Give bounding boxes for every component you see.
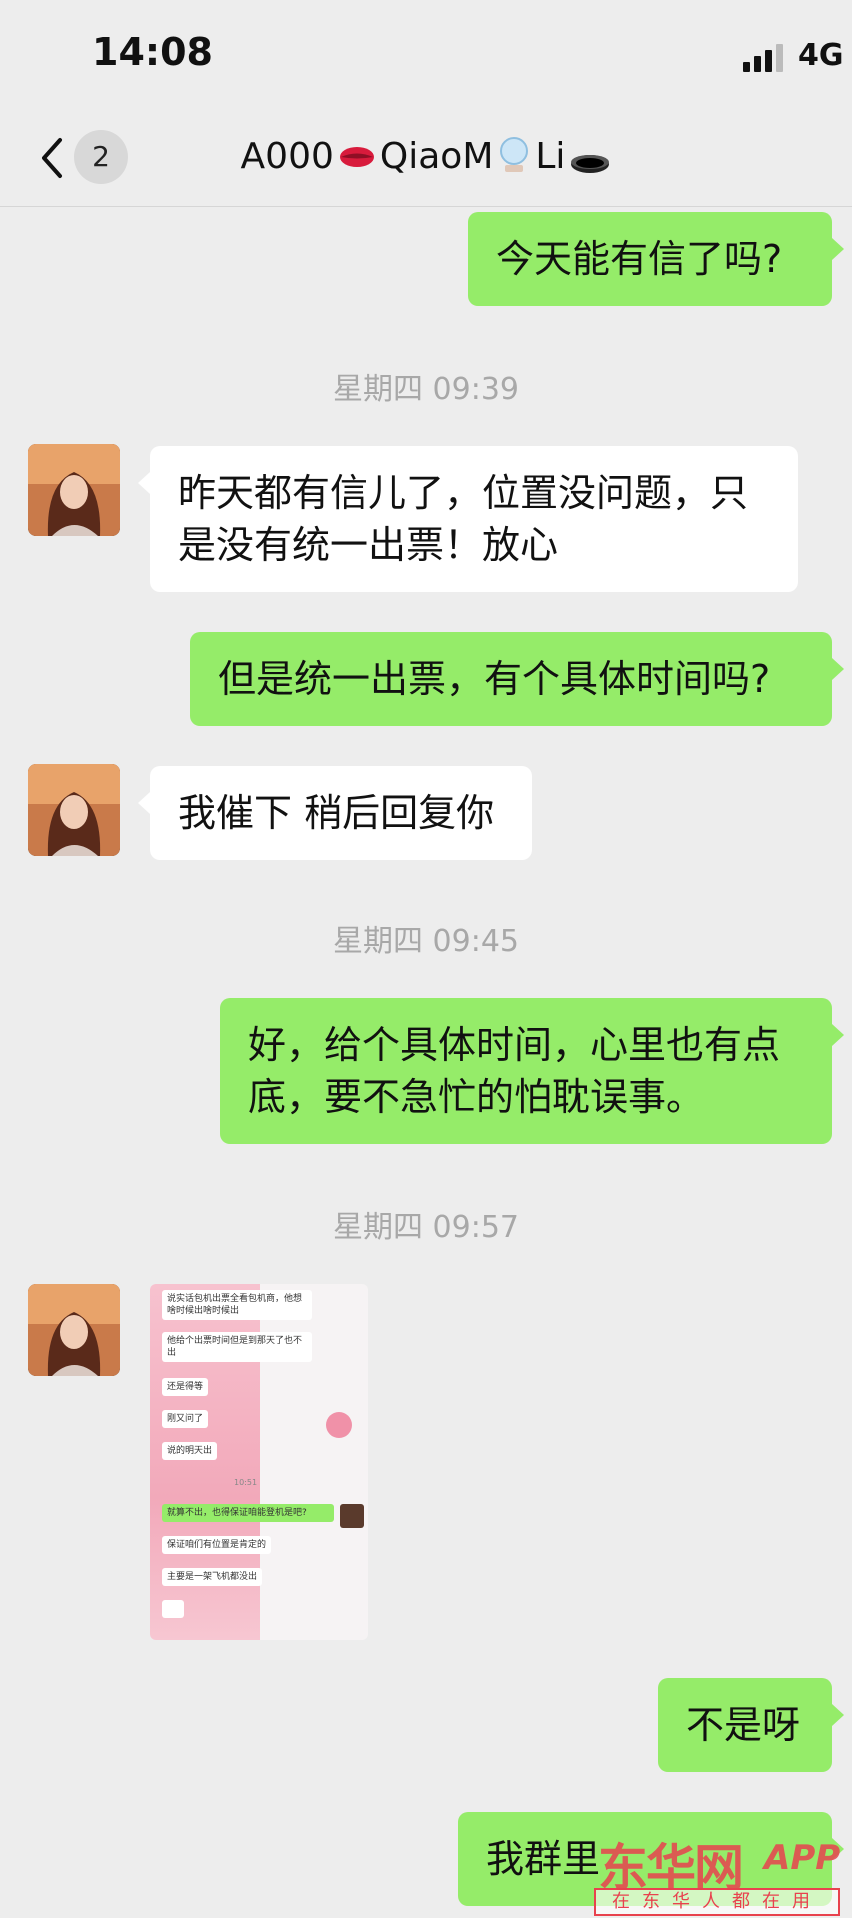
screenshot-bubble: 还是得等 — [162, 1378, 209, 1396]
emoji-bubble-icon — [162, 1600, 184, 1618]
message-bubble-incoming[interactable]: 昨天都有信儿了，位置没问题，只 是没有统一出票！放心 — [138, 446, 798, 592]
screenshot-avatar — [340, 1504, 364, 1528]
screenshot-bubble: 说实话包机出票全看包机商，他想啥时候出啥时候出 — [162, 1290, 312, 1320]
contact-avatar[interactable] — [28, 764, 120, 856]
network-type: 4G — [798, 38, 844, 73]
signal-icon — [743, 44, 783, 72]
message-text: 今天能有信了吗? — [496, 237, 783, 281]
title-part-3: Li — [535, 136, 566, 177]
message-timestamp: 星期四 09:57 — [333, 1210, 519, 1245]
message-list[interactable]: 今天能有信了吗? 星期四 09:39 昨天都有信儿了，位置没问题，只 是没有统一… — [0, 206, 852, 1918]
screenshot-bubble: 保证咱们有位置是肯定的 — [162, 1536, 272, 1554]
message-text-line-1: 好，给个具体时间，心里也有点 — [248, 1023, 781, 1067]
status-time: 14:08 — [92, 30, 213, 74]
message-text-line-1: 昨天都有信儿了，位置没问题，只 — [178, 471, 749, 515]
message-bubble-outgoing[interactable]: 但是统一出票，有个具体时间吗? — [190, 632, 844, 726]
message-timestamp: 星期四 09:39 — [333, 372, 519, 407]
avatar-portrait-icon — [28, 764, 120, 856]
screenshot-bubble: 说的明天出 — [162, 1442, 218, 1460]
watermark-app: APP — [764, 1838, 841, 1878]
hole-emoji-icon — [571, 155, 610, 173]
screenshot-bubble: 刚又问了 — [162, 1410, 209, 1428]
message-timestamp: 星期四 09:45 — [333, 924, 519, 959]
screenshot-bubble: 主要是一架飞机都没出 — [162, 1568, 263, 1586]
avatar-portrait-icon — [28, 1284, 120, 1376]
message-text-line-2: 底，要不急忙的怕耽误事。 — [248, 1075, 705, 1119]
message-text: 但是统一出票，有个具体时间吗? — [218, 657, 771, 701]
watermark: 东华网 APP 在东华人都在用 — [578, 1828, 852, 1918]
chat-title: A000 QiaoM Li — [0, 136, 852, 177]
image-message[interactable]: 说实话包机出票全看包机商，他想啥时候出啥时候出 他给个出票时间但是到那天了也不出… — [150, 1284, 368, 1640]
contact-avatar[interactable] — [28, 444, 120, 536]
watermark-slogan: 在东华人都在用 — [594, 1888, 840, 1916]
screenshot-bubble: 他给个出票时间但是到那天了也不出 — [162, 1332, 312, 1362]
message-bubble-outgoing[interactable]: 不是呀 — [658, 1678, 844, 1772]
message-bubble-outgoing[interactable]: 今天能有信了吗? — [468, 212, 844, 306]
message-bubble-outgoing[interactable]: 好，给个具体时间，心里也有点 底，要不急忙的怕耽误事。 — [220, 998, 844, 1144]
message-text: 我催下 稍后回复你 — [178, 791, 495, 835]
message-text: 不是呀 — [686, 1703, 801, 1747]
title-part-2: QiaoM — [379, 136, 494, 177]
contact-avatar[interactable] — [28, 1284, 120, 1376]
status-bar: 14:08 4G — [0, 0, 852, 110]
avatar-portrait-icon — [28, 444, 120, 536]
message-bubble-incoming[interactable]: 我催下 稍后回复你 — [138, 766, 532, 860]
title-part-1: A000 — [240, 136, 334, 177]
chat-header: 2 A000 QiaoM Li — [0, 110, 852, 207]
screenshot-bubble: 就算不出，也得保证咱能登机是吧? — [162, 1504, 334, 1522]
pink-dot-icon — [326, 1412, 352, 1438]
message-text-line-2: 是没有统一出票！放心 — [178, 523, 559, 567]
crystal-ball-emoji-icon — [500, 137, 529, 172]
lips-emoji-icon — [339, 147, 374, 167]
screenshot-time: 10:51 — [234, 1478, 258, 1487]
